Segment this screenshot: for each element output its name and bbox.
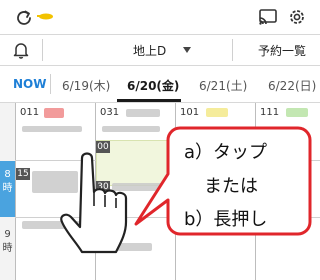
time-hour: 9 [4,229,11,240]
bell-icon[interactable] [12,41,30,59]
gear-icon[interactable] [287,7,307,27]
reservation-list-button[interactable]: 予約一覧 [258,42,306,59]
top-bar [0,0,320,34]
room-name-redacted [286,108,308,117]
refresh-icon[interactable] [14,8,34,28]
room-number: 101 [180,107,200,118]
divider [232,39,233,61]
divider [50,74,51,94]
date-tabs: NOW 6/19(木) 6/20(金) 6/21(土) 6/22(日) [0,66,320,102]
callout-line: または [204,176,258,197]
room-name-redacted [206,108,228,117]
chevron-down-icon [183,47,191,53]
time-slot-current: 8 時 [0,161,15,217]
tab-date-active[interactable]: 6/20(金) [127,77,179,94]
room-name-redacted [126,109,160,117]
tab-date[interactable]: 6/22(日) [268,77,316,94]
floor-select[interactable]: 地上D [133,42,166,59]
tab-date[interactable]: 6/19(木) [62,77,110,94]
app-logo [37,13,53,20]
time-hour: 8 [4,169,11,180]
room-info-redacted [22,126,82,132]
cast-icon[interactable] [258,8,278,26]
column-divider [15,103,16,280]
tab-date[interactable]: 6/21(土) [199,77,247,94]
room-number: 031 [100,107,120,118]
room-number: 111 [260,107,280,118]
filter-bar: 地上D 予約一覧 [0,35,320,65]
room-number: 011 [20,107,40,118]
room-name-redacted [44,108,64,118]
time-unit: 時 [2,183,13,194]
callout-line: a）タップ [184,142,268,163]
callout: a）タップ または b）長押し [168,128,308,238]
slot-minute-label: 15 [16,168,30,180]
callout-line: b）長押し [184,209,268,230]
tab-now[interactable]: NOW [13,77,46,91]
time-unit: 時 [2,243,13,254]
divider [42,39,43,61]
